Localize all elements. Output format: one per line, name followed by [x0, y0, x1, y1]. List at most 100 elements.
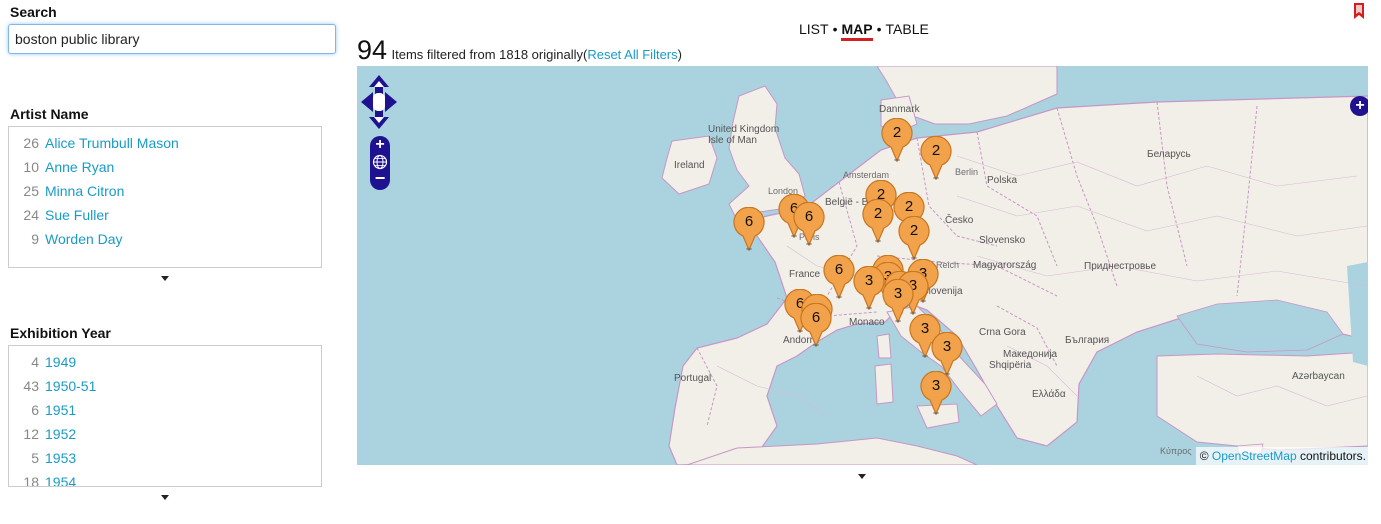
- attribution-copyright: ©: [1199, 449, 1209, 463]
- openstreetmap-link[interactable]: OpenStreetMap: [1212, 449, 1297, 463]
- view-switcher: LIST • MAP • TABLE: [799, 21, 929, 41]
- facet-row[interactable]: 12 1952: [9, 422, 321, 446]
- map-label-france: France: [789, 269, 821, 280]
- map-marker[interactable]: 2: [880, 118, 914, 162]
- map-label-makedonija: Македонија: [1003, 349, 1058, 360]
- map-label-berlin: Berlin: [955, 167, 979, 177]
- search-input[interactable]: [8, 24, 336, 54]
- facet-count: 26: [23, 135, 39, 151]
- facet-row[interactable]: 10 Anne Ryan: [9, 155, 321, 179]
- chevron-down-icon[interactable]: [161, 276, 169, 281]
- facet-count: 9: [31, 231, 39, 247]
- plus-icon[interactable]: +: [1350, 96, 1368, 116]
- year-facet-list[interactable]: 4 1949 43 1950-51 6 1951 12 1952 5 1953 18 195…: [8, 345, 322, 487]
- facet-value-link[interactable]: Minna Citron: [45, 183, 124, 199]
- map-attribution: © OpenStreetMap contributors.: [1195, 447, 1368, 465]
- view-map-link[interactable]: MAP: [841, 21, 873, 41]
- facet-row[interactable]: 4 1949: [9, 350, 321, 374]
- view-list-link[interactable]: LIST: [799, 21, 829, 37]
- bookmark-icon[interactable]: [1353, 3, 1365, 20]
- map-marker[interactable]: 6: [799, 303, 833, 347]
- map-label-ireland: Ireland: [674, 160, 705, 171]
- map-marker-count: 6: [834, 261, 844, 278]
- facet-value-link[interactable]: 1953: [45, 450, 76, 466]
- map-label-portugal: Portugal: [674, 373, 712, 384]
- facet-value-link[interactable]: 1954: [45, 474, 76, 486]
- zoom-out-icon[interactable]: −: [370, 169, 390, 188]
- facet-count: 6: [31, 402, 39, 418]
- map-label-shqiperia: Shqipëria: [989, 360, 1032, 371]
- map-marker[interactable]: 2: [861, 199, 895, 243]
- result-summary-text: Items filtered from 1818 originally: [391, 47, 583, 62]
- map-label-cesko: Česko: [945, 215, 974, 226]
- map-label-amsterdam: Amsterdam: [843, 170, 890, 180]
- facet-row[interactable]: 5 1953: [9, 446, 321, 470]
- artist-facet-list[interactable]: 26 Alice Trumbull Mason 10 Anne Ryan 25 Min…: [8, 126, 322, 268]
- facet-row[interactable]: 9 Worden Day: [9, 227, 321, 251]
- facet-value-link[interactable]: 1952: [45, 426, 76, 442]
- view-separator: •: [876, 21, 882, 37]
- map-label-ellada: Ελλάδα: [1032, 389, 1066, 400]
- year-facet-title: Exhibition Year: [10, 325, 111, 341]
- pan-arrows-icon[interactable]: [361, 75, 397, 129]
- map-marker-count: 3: [931, 377, 941, 394]
- map-label-slovensko: Slovensko: [979, 235, 1026, 246]
- map-label-crna-gora: Crna Gora: [979, 327, 1026, 338]
- facet-value-link[interactable]: Anne Ryan: [45, 159, 114, 175]
- map-marker[interactable]: 2: [919, 136, 953, 180]
- facet-count: 5: [31, 450, 39, 466]
- map-view[interactable]: Danmark United Kingdom Isle of Man Irela…: [357, 66, 1368, 465]
- map-marker[interactable]: 2: [897, 216, 931, 260]
- view-separator: •: [832, 21, 838, 37]
- map-marker-count: 6: [811, 309, 821, 326]
- map-marker-count: 3: [942, 338, 952, 355]
- facet-count: 12: [23, 426, 39, 442]
- map-label-bulgaria: България: [1065, 335, 1110, 346]
- map-marker-count: 3: [893, 285, 903, 302]
- facet-row[interactable]: 25 Minna Citron: [9, 179, 321, 203]
- result-count: 94: [357, 35, 388, 65]
- facet-value-link[interactable]: 1951: [45, 402, 76, 418]
- facet-row[interactable]: 24 Sue Fuller: [9, 203, 321, 227]
- map-label-isle-of-man: Isle of Man: [708, 135, 757, 146]
- map-marker[interactable]: 3: [919, 371, 953, 415]
- facet-value-link[interactable]: 1950-51: [45, 378, 96, 394]
- result-summary: 94 Items filtered from 1818 originally(R…: [357, 35, 682, 66]
- map-marker[interactable]: 3: [930, 332, 964, 376]
- map-label-united-kingdom: United Kingdom: [708, 124, 780, 135]
- map-label-kypros: Κύπρος: [1160, 446, 1192, 456]
- facet-row[interactable]: 26 Alice Trumbull Mason: [9, 131, 321, 155]
- map-marker[interactable]: 6: [732, 207, 766, 251]
- facet-value-link[interactable]: Worden Day: [45, 231, 123, 247]
- map-marker-count: 2: [892, 124, 902, 141]
- facet-count: 18: [23, 474, 39, 487]
- facet-row[interactable]: 18 1954: [9, 470, 321, 487]
- reset-filters-link[interactable]: Reset All Filters: [587, 47, 677, 62]
- chevron-down-icon[interactable]: [161, 495, 169, 500]
- map-marker-count: 2: [873, 205, 883, 222]
- map-label-polska: Polska: [987, 175, 1018, 186]
- facet-row[interactable]: 6 1951: [9, 398, 321, 422]
- facet-count: 10: [23, 159, 39, 175]
- facet-value-link[interactable]: Alice Trumbull Mason: [45, 135, 179, 151]
- facet-count: 4: [31, 354, 39, 370]
- search-title: Search: [10, 4, 57, 20]
- map-label-pridnestrovye: Приднестровье: [1084, 261, 1157, 272]
- map-marker-count: 6: [744, 213, 754, 230]
- map-marker[interactable]: 6: [822, 255, 856, 299]
- facet-value-link[interactable]: Sue Fuller: [45, 207, 109, 223]
- facet-row[interactable]: 43 1950-51: [9, 374, 321, 398]
- map-label-azerbaycan: Azərbaycan: [1292, 371, 1345, 382]
- facet-value-link[interactable]: 1949: [45, 354, 76, 370]
- map-marker-count: 2: [909, 222, 919, 239]
- map-label-denmark: Danmark: [879, 104, 920, 115]
- facet-count: 24: [23, 207, 39, 223]
- map-marker[interactable]: 6: [792, 202, 826, 246]
- map-label-magyarorszag: Magyarország: [973, 260, 1037, 271]
- zoom-in-icon[interactable]: +: [370, 136, 390, 154]
- view-table-link[interactable]: TABLE: [886, 21, 929, 37]
- map-marker-count: 6: [804, 208, 814, 225]
- map-label-monaco: Monaco: [849, 317, 885, 328]
- map-marker-count: 2: [904, 198, 914, 215]
- chevron-down-icon[interactable]: [858, 474, 866, 479]
